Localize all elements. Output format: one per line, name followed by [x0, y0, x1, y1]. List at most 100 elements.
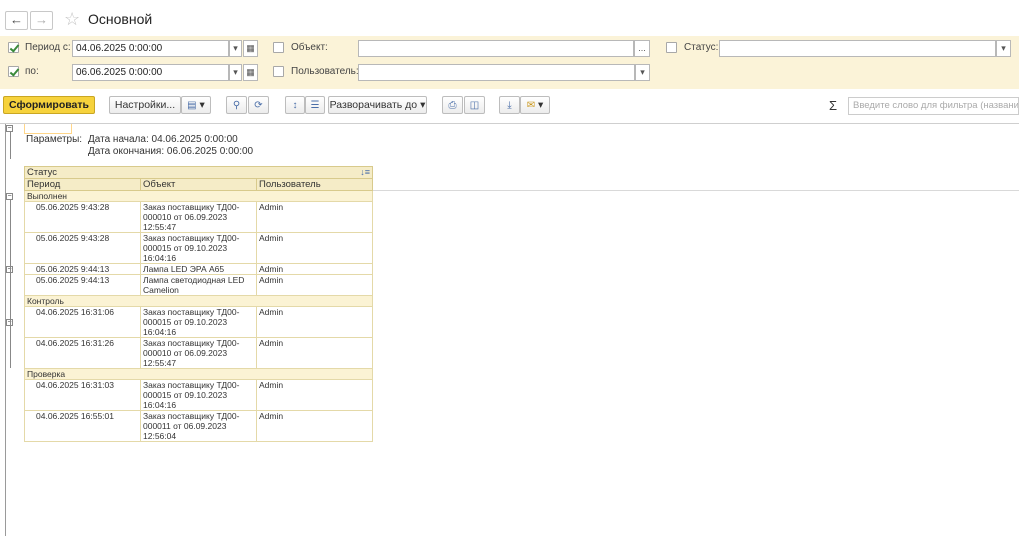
- period-from-input[interactable]: 04.06.2025 0:00:00: [72, 40, 229, 57]
- status-dropdown[interactable]: ▾: [996, 40, 1011, 57]
- find-button[interactable]: ⚲: [226, 96, 247, 114]
- divider: [0, 123, 1019, 124]
- column-period: Период: [24, 178, 141, 191]
- report-parameters: Параметры: Дата начала: 04.06.2025 0:00:0…: [26, 134, 253, 158]
- table-row[interactable]: 05.06.2025 9:44:13 Лампа LED ЭРА А65 Admin: [24, 263, 373, 275]
- outline-bracket: [10, 131, 11, 159]
- calendar-icon: ▦: [246, 43, 255, 53]
- find-next-button[interactable]: ⟳: [248, 96, 269, 114]
- period-to-input[interactable]: 06.06.2025 0:00:00: [72, 64, 229, 81]
- filter-panel: Период с: 04.06.2025 0:00:00 ▾ ▦ Объект:…: [0, 36, 1019, 89]
- column-object: Объект: [140, 178, 257, 191]
- download-icon: ⤓: [507, 100, 512, 111]
- preview-button[interactable]: ◫: [464, 96, 485, 114]
- table-row[interactable]: 05.06.2025 9:44:13 Лампа светодиодная LED…: [24, 274, 373, 296]
- table-row[interactable]: 04.06.2025 16:55:01 Заказ поставщику ТД00…: [24, 410, 373, 442]
- cell-period: 04.06.2025 16:31:03: [24, 379, 141, 411]
- status-checkbox[interactable]: [666, 42, 677, 53]
- period-from-dropdown[interactable]: ▾: [229, 40, 242, 57]
- group-row[interactable]: Проверка: [24, 368, 373, 380]
- chevron-down-icon: ▾: [538, 99, 544, 111]
- settings-button[interactable]: Настройки...: [109, 96, 181, 114]
- cell-user: Admin: [256, 263, 373, 275]
- cell-object: Лампа светодиодная LED Camelion: [140, 274, 257, 296]
- object-select-button[interactable]: ...: [634, 40, 650, 57]
- user-input[interactable]: [358, 64, 635, 81]
- object-checkbox[interactable]: [273, 42, 284, 53]
- group-row[interactable]: Выполнен: [24, 190, 373, 202]
- group-name: Контроль: [24, 295, 373, 307]
- collapse-groups-button[interactable]: ↕: [285, 96, 305, 114]
- period-to-dropdown[interactable]: ▾: [229, 64, 242, 81]
- start-date-text: Дата начала: 04.06.2025 0:00:00: [88, 134, 238, 145]
- cell-user: Admin: [256, 201, 373, 233]
- cell-period: 05.06.2025 9:44:13: [24, 263, 141, 275]
- chevron-down-icon: ▾: [1001, 43, 1006, 53]
- table-row[interactable]: 04.06.2025 16:31:03 Заказ поставщику ТД00…: [24, 379, 373, 411]
- chevron-down-icon: ▾: [640, 67, 645, 77]
- selected-cell[interactable]: [24, 124, 72, 134]
- arrow-right-icon: →: [35, 12, 48, 27]
- period-from-checkbox[interactable]: [8, 42, 19, 53]
- user-label: Пользователь:: [291, 66, 359, 77]
- generate-button[interactable]: Сформировать: [3, 96, 95, 114]
- table-row[interactable]: 04.06.2025 16:31:26 Заказ поставщику ТД00…: [24, 337, 373, 369]
- outline-bar: [5, 124, 6, 536]
- collapse-icon: ↕: [292, 100, 298, 111]
- cell-object: Заказ поставщику ТД00-000011 от 06.09.20…: [140, 410, 257, 442]
- back-button[interactable]: ←: [5, 11, 28, 30]
- expand-groups-button[interactable]: ☰: [305, 96, 325, 114]
- cell-object: Заказ поставщику ТД00-000010 от 06.09.20…: [140, 337, 257, 369]
- variants-menu-button[interactable]: ▤ ▾: [181, 96, 211, 114]
- period-from-label: Период с:: [25, 42, 71, 53]
- outline-bracket: [10, 200, 11, 368]
- column-user: Пользователь: [256, 178, 373, 191]
- divider: [372, 190, 1019, 191]
- group-toggle-icon[interactable]: −: [6, 193, 13, 200]
- group-name: Проверка: [24, 368, 373, 380]
- table-row[interactable]: 04.06.2025 16:31:06 Заказ поставщику ТД00…: [24, 306, 373, 338]
- cell-object: Заказ поставщику ТД00-000015 от 09.10.20…: [140, 379, 257, 411]
- period-to-checkbox[interactable]: [8, 66, 19, 77]
- page-title: Основной: [88, 11, 153, 27]
- object-input[interactable]: [358, 40, 634, 57]
- object-label: Объект:: [291, 42, 328, 53]
- chevron-down-icon: ▾: [420, 99, 426, 111]
- cell-object: Заказ поставщику ТД00-000015 от 09.10.20…: [140, 306, 257, 338]
- cell-object: Лампа LED ЭРА А65: [140, 263, 257, 275]
- parameters-label: Параметры:: [26, 134, 83, 145]
- cell-object: Заказ поставщику ТД00-000010 от 06.09.20…: [140, 201, 257, 233]
- cell-user: Admin: [256, 274, 373, 296]
- cell-period: 04.06.2025 16:31:26: [24, 337, 141, 369]
- cell-object: Заказ поставщику ТД00-000015 от 09.10.20…: [140, 232, 257, 264]
- chevron-down-icon: ▾: [233, 43, 238, 53]
- table-row[interactable]: 05.06.2025 9:43:28 Заказ поставщику ТД00-…: [24, 232, 373, 264]
- search-next-icon: ⟳: [254, 100, 263, 111]
- cell-period: 05.06.2025 9:43:28: [24, 232, 141, 264]
- expand-to-label: Разворачивать до: [329, 99, 418, 111]
- user-dropdown[interactable]: ▾: [635, 64, 650, 81]
- chevron-down-icon: ▾: [199, 99, 205, 111]
- table-header-row: Статус ↓≡: [24, 166, 373, 179]
- period-to-calendar-button[interactable]: ▦: [243, 64, 258, 81]
- period-from-calendar-button[interactable]: ▦: [243, 40, 258, 57]
- save-button[interactable]: ⤓: [499, 96, 520, 114]
- send-menu-button[interactable]: ✉ ▾: [520, 96, 550, 114]
- chevron-down-icon: ▾: [233, 67, 238, 77]
- expand-to-button[interactable]: Разворачивать до ▾: [328, 96, 427, 114]
- table-row[interactable]: 05.06.2025 9:43:28 Заказ поставщику ТД00-…: [24, 201, 373, 233]
- calendar-icon: ▦: [246, 67, 255, 77]
- favorite-star-icon[interactable]: ☆: [64, 9, 80, 29]
- group-row[interactable]: Контроль: [24, 295, 373, 307]
- table-header-row: Период Объект Пользователь: [24, 178, 373, 191]
- status-input[interactable]: [719, 40, 996, 57]
- cell-period: 04.06.2025 16:31:06: [24, 306, 141, 338]
- clipboard-icon: ▤: [187, 100, 197, 111]
- forward-button[interactable]: →: [30, 11, 53, 30]
- filter-search-input[interactable]: Введите слово для фильтра (название: [848, 97, 1019, 115]
- arrow-left-icon: ←: [10, 12, 23, 27]
- user-checkbox[interactable]: [273, 66, 284, 77]
- sort-icon[interactable]: ↓≡: [360, 167, 370, 178]
- print-button[interactable]: ⎙: [442, 96, 463, 114]
- sigma-icon[interactable]: Σ: [829, 98, 837, 113]
